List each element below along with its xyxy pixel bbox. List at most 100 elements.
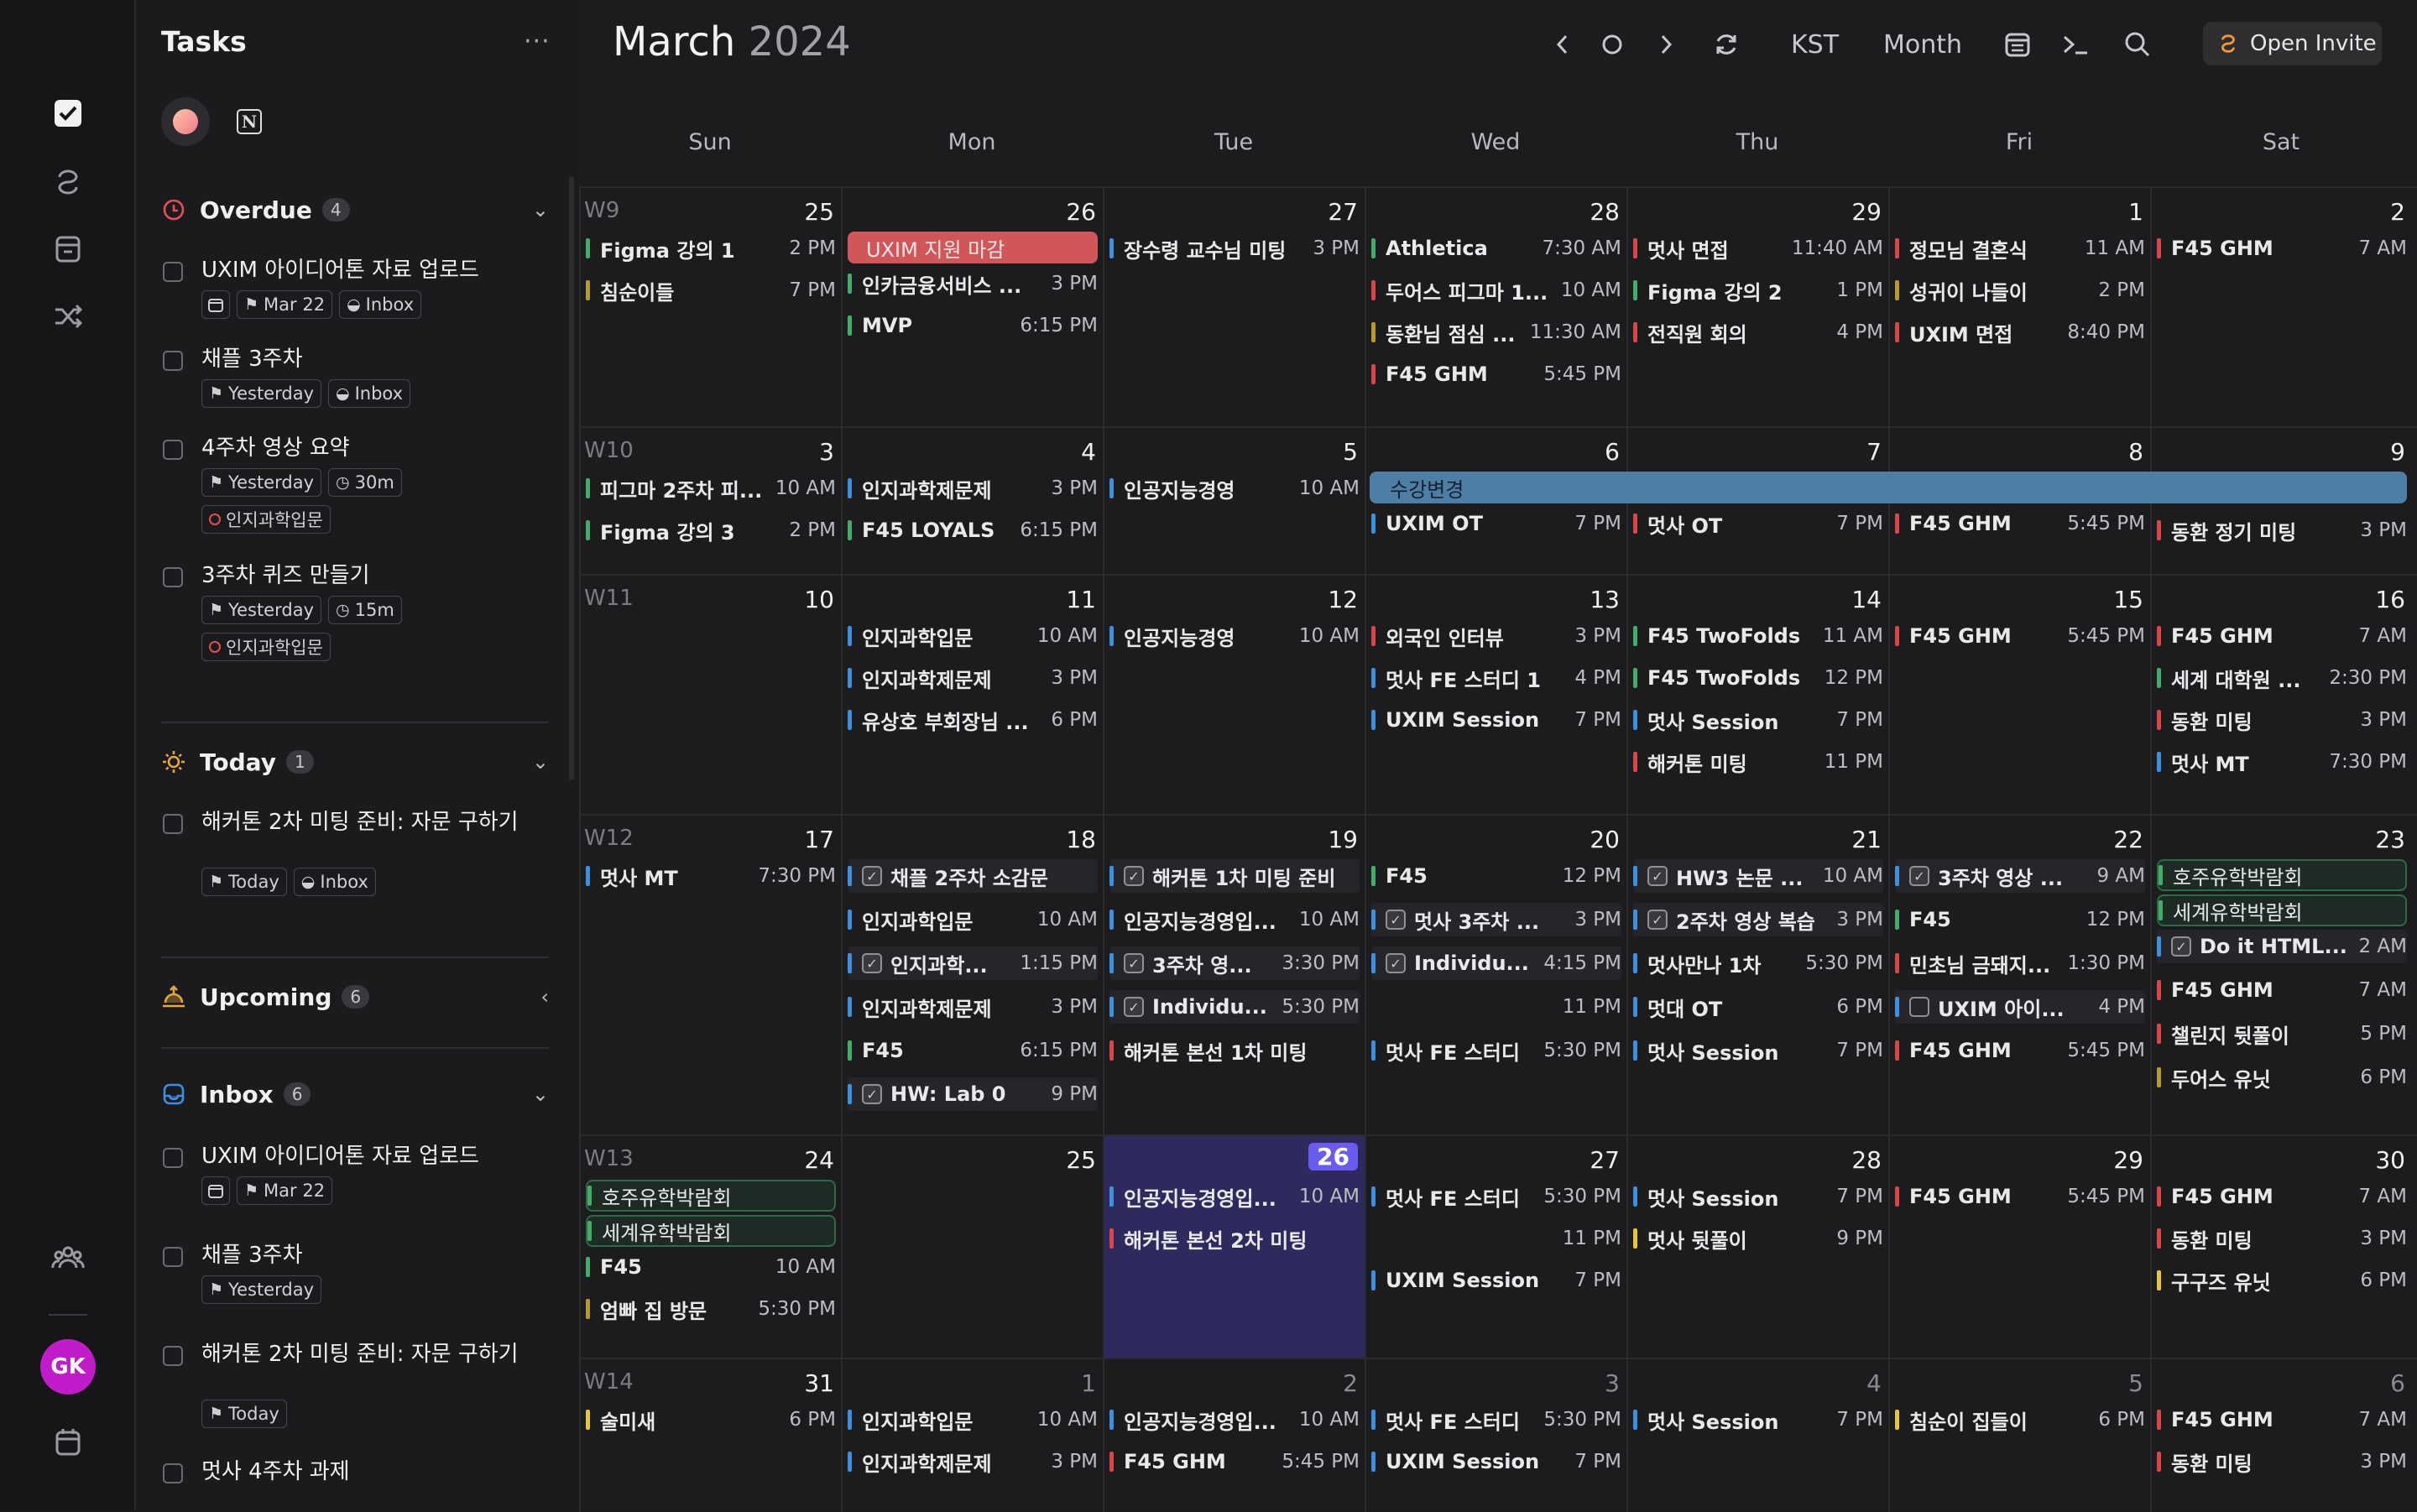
day-cell[interactable]: 28 Athletica 7:30 AM 두어스 피그마 1... 10 AM 동환님 점… xyxy=(1365,188,1626,428)
account-switcher-button[interactable] xyxy=(161,97,210,146)
day-cell[interactable]: 29 F45 GHM 5:45 PM xyxy=(1888,1136,2150,1359)
day-cell[interactable]: W11 10 xyxy=(579,576,841,816)
day-cell[interactable]: 16 F45 GHM 7 AM 세계 대학원 ... 2:30 PM 동환 미팅 3 PM 멋… xyxy=(2150,576,2412,816)
calendar-event[interactable]: 인공지능경영입... 10 AM xyxy=(1109,903,1360,936)
calendar-event[interactable]: 동환 미팅 3 PM xyxy=(2157,1445,2407,1478)
section-inbox[interactable]: Inbox 6 ⌄ xyxy=(161,1077,549,1111)
calendar-event[interactable]: 멋사 뒷풀이 9 PM xyxy=(1633,1222,1883,1255)
calendar-event[interactable]: F45 LOYALS 6:15 PM xyxy=(848,514,1098,547)
calendar-event[interactable]: F45 GHM 7 AM xyxy=(2157,1180,2407,1213)
calendar-event[interactable]: F45 GHM 7 AM xyxy=(2157,619,2407,653)
event-checkbox-icon[interactable]: ✓ xyxy=(862,866,882,886)
tag-chip[interactable]: 인지과학입문 xyxy=(201,633,331,661)
day-cell[interactable]: 2 인공지능경영입... 10 AM F45 GHM 5:45 PM xyxy=(1103,1359,1365,1512)
calendar-event[interactable]: 멋사만나 1차 5:30 PM xyxy=(1633,946,1883,980)
calendar-event[interactable]: 민초님 금돼지... 1:30 PM xyxy=(1895,946,2145,980)
day-cell[interactable]: 25 xyxy=(841,1136,1103,1359)
day-cell[interactable]: 30 F45 GHM 7 AM 동환 미팅 3 PM 구구즈 유닛 6 PM xyxy=(2150,1136,2412,1359)
event-checkbox-icon[interactable]: ✓ xyxy=(862,953,882,973)
people-icon[interactable] xyxy=(49,1238,87,1277)
date-chip[interactable]: ⚑ Mar 22 xyxy=(237,290,333,319)
calendar-event[interactable]: 구구즈 유닛 6 PM xyxy=(2157,1264,2407,1297)
day-cell[interactable]: W10 3 피그마 2주차 피... 10 AM Figma 강의 3 2 PM xyxy=(579,428,841,576)
calendar-event[interactable]: 멋사 Session 7 PM xyxy=(1633,1403,1883,1436)
calendar-event[interactable]: 호주유학박람회 xyxy=(586,1180,836,1212)
calendar-event[interactable]: 멋사 FE 스터디 5:30 PM xyxy=(1371,1180,1621,1213)
day-cell[interactable]: 26 UXIM 지원 마감 인카금융서비스 ... 3 PM MVP 6:15 PM xyxy=(841,188,1103,428)
date-chip[interactable]: ⚑ Yesterday xyxy=(201,379,321,408)
calendar-event[interactable]: 멋사 Session 7 PM xyxy=(1633,1180,1883,1213)
calendar-event[interactable]: F45 GHM 5:45 PM xyxy=(1895,1034,2145,1067)
calendar-event[interactable]: 멋사 OT 7 PM xyxy=(1633,507,1883,540)
calendar-event[interactable]: 술미새 6 PM xyxy=(586,1403,836,1436)
section-upcoming[interactable]: Upcoming 6 ‹ xyxy=(161,980,549,1014)
day-cell[interactable]: 15 F45 GHM 5:45 PM xyxy=(1888,576,2150,816)
day-cell[interactable]: 1 인지과학입문 10 AM 인지과학제문제 3 PM xyxy=(841,1359,1103,1512)
calendar-event[interactable]: 동환 미팅 3 PM xyxy=(2157,703,2407,737)
calendar-event[interactable]: Figma 강의 2 1 PM xyxy=(1633,274,1883,307)
list-chip[interactable]: ◒ Inbox xyxy=(339,290,422,319)
day-cell[interactable]: 23 호주유학박람회 세계유학박람회 ✓ Do it HTML... 2 AM F45 GH… xyxy=(2150,816,2412,1136)
date-chip[interactable]: ⚑ Yesterday xyxy=(201,596,321,624)
calendar-event[interactable]: 전직원 회의 4 PM xyxy=(1633,315,1883,349)
calendar-event[interactable]: 두어스 유닛 6 PM xyxy=(2157,1061,2407,1094)
calendar-event[interactable]: 장수령 교수님 미팅 3 PM xyxy=(1109,232,1360,265)
day-cell[interactable]: 14 F45 TwoFolds 11 AM F45 TwoFolds 12 PM 멋사 S… xyxy=(1626,576,1888,816)
day-cell[interactable]: 11 인지과학입문 10 AM 인지과학제문제 3 PM 유상호 부회장님 ... 6 PM xyxy=(841,576,1103,816)
calendar-event[interactable]: 멋사 MT 7:30 PM xyxy=(2157,745,2407,779)
event-checkbox-icon[interactable]: ✓ xyxy=(1124,953,1144,973)
calendar-event[interactable]: ✓ Individu... 5:30 PM xyxy=(1109,990,1360,1024)
event-checkbox-icon[interactable]: ✓ xyxy=(1909,866,1929,886)
day-cell[interactable]: 1 정모님 결혼식 11 AM 성귀이 나들이 2 PM UXIM 면접 8:40 PM xyxy=(1888,188,2150,428)
day-cell[interactable]: 12 인공지능경영 10 AM xyxy=(1103,576,1365,816)
calendar-event[interactable]: UXIM 면접 8:40 PM xyxy=(1895,315,2145,349)
calendar-event[interactable]: 해커톤 본선 1차 미팅 xyxy=(1109,1034,1360,1067)
shuffle-icon[interactable] xyxy=(49,297,87,336)
date-chip[interactable]: ⚑ Today xyxy=(201,868,287,896)
calendar-event[interactable]: 두어스 피그마 1... 10 AM xyxy=(1371,274,1621,307)
calendar-event[interactable]: 멋사 FE 스터디 5:30 PM xyxy=(1371,1403,1621,1436)
calendar-event[interactable]: 인공지능경영 10 AM xyxy=(1109,472,1360,505)
chevron-down-icon[interactable]: ⌄ xyxy=(532,750,549,774)
task-checkbox[interactable] xyxy=(163,814,183,834)
chevron-left-icon[interactable]: ‹ xyxy=(540,985,549,1009)
date-chip[interactable]: ⚑ Yesterday xyxy=(201,1275,321,1304)
calendar-event[interactable]: 인지과학제문제 3 PM xyxy=(848,472,1098,505)
calendar-event[interactable]: F45 TwoFolds 11 AM xyxy=(1633,619,1883,653)
day-cell[interactable]: 26 인공지능경영입... 10 AM 해커톤 본선 2차 미팅 xyxy=(1103,1136,1365,1359)
event-checkbox-icon[interactable]: ✓ xyxy=(1647,910,1668,930)
calendar-event[interactable]: 인지과학입문 10 AM xyxy=(848,1403,1098,1436)
task-checkbox[interactable] xyxy=(163,1346,183,1366)
view-selector[interactable]: Month xyxy=(1883,25,1962,64)
calendar-event[interactable]: 동환 미팅 3 PM xyxy=(2157,1222,2407,1255)
timezone-button[interactable]: KST xyxy=(1791,25,1839,64)
calendar-event[interactable]: F45 TwoFolds 12 PM xyxy=(1633,661,1883,695)
calendar-event[interactable]: F45 GHM 5:45 PM xyxy=(1895,619,2145,653)
event-checkbox-icon[interactable]: ✓ xyxy=(1124,866,1144,886)
prev-month-button[interactable] xyxy=(1547,25,1579,64)
calendar-event[interactable]: ✓ 해커톤 1차 미팅 준비 xyxy=(1109,859,1360,893)
task-checkbox[interactable] xyxy=(163,1247,183,1267)
calendar-event[interactable]: ✓ 2주차 영상 복습 3 PM xyxy=(1633,903,1883,936)
calendar-event[interactable]: 호주유학박람회 xyxy=(2157,859,2407,891)
calendar-event[interactable]: UXIM Session 7 PM xyxy=(1371,1445,1621,1478)
calendar-event[interactable]: UXIM Session 7 PM xyxy=(1371,1264,1621,1297)
day-cell[interactable]: 29 멋사 면접 11:40 AM Figma 강의 2 1 PM 전직원 회의 4 PM xyxy=(1626,188,1888,428)
calendar-event[interactable]: 유상호 부회장님 ... 6 PM xyxy=(848,703,1098,737)
notion-icon[interactable]: N xyxy=(237,109,262,134)
calendar-event[interactable]: 해커톤 본선 2차 미팅 xyxy=(1109,1222,1360,1255)
calendar-event[interactable]: F45 12 PM xyxy=(1895,903,2145,936)
event-checkbox-icon[interactable]: ✓ xyxy=(1124,997,1144,1017)
calendar-event[interactable]: 인공지능경영입... 10 AM xyxy=(1109,1403,1360,1436)
multi-day-event[interactable]: 수강변경 xyxy=(1370,472,2407,503)
calendar-event[interactable]: 피그마 2주차 피... 10 AM xyxy=(586,472,836,505)
calendar-event[interactable]: 세계유학박람회 xyxy=(586,1215,836,1247)
date-chip[interactable]: ⚑ Yesterday xyxy=(201,468,321,497)
calendar-event[interactable]: 멋사 면접 11:40 AM xyxy=(1633,232,1883,265)
calendar-event[interactable]: 성귀이 나들이 2 PM xyxy=(1895,274,2145,307)
calendar-event[interactable]: ✓ HW: Lab 0 9 PM xyxy=(848,1077,1098,1111)
checkbox-icon[interactable] xyxy=(49,94,87,133)
day-cell[interactable]: 22 ✓ 3주차 영상 ... 9 AM F45 12 PM 민초님 금돼지... 1:30 … xyxy=(1888,816,2150,1136)
list-chip[interactable]: ◒ Inbox xyxy=(293,868,376,896)
calendar-event[interactable]: 인지과학제문제 3 PM xyxy=(848,1445,1098,1478)
